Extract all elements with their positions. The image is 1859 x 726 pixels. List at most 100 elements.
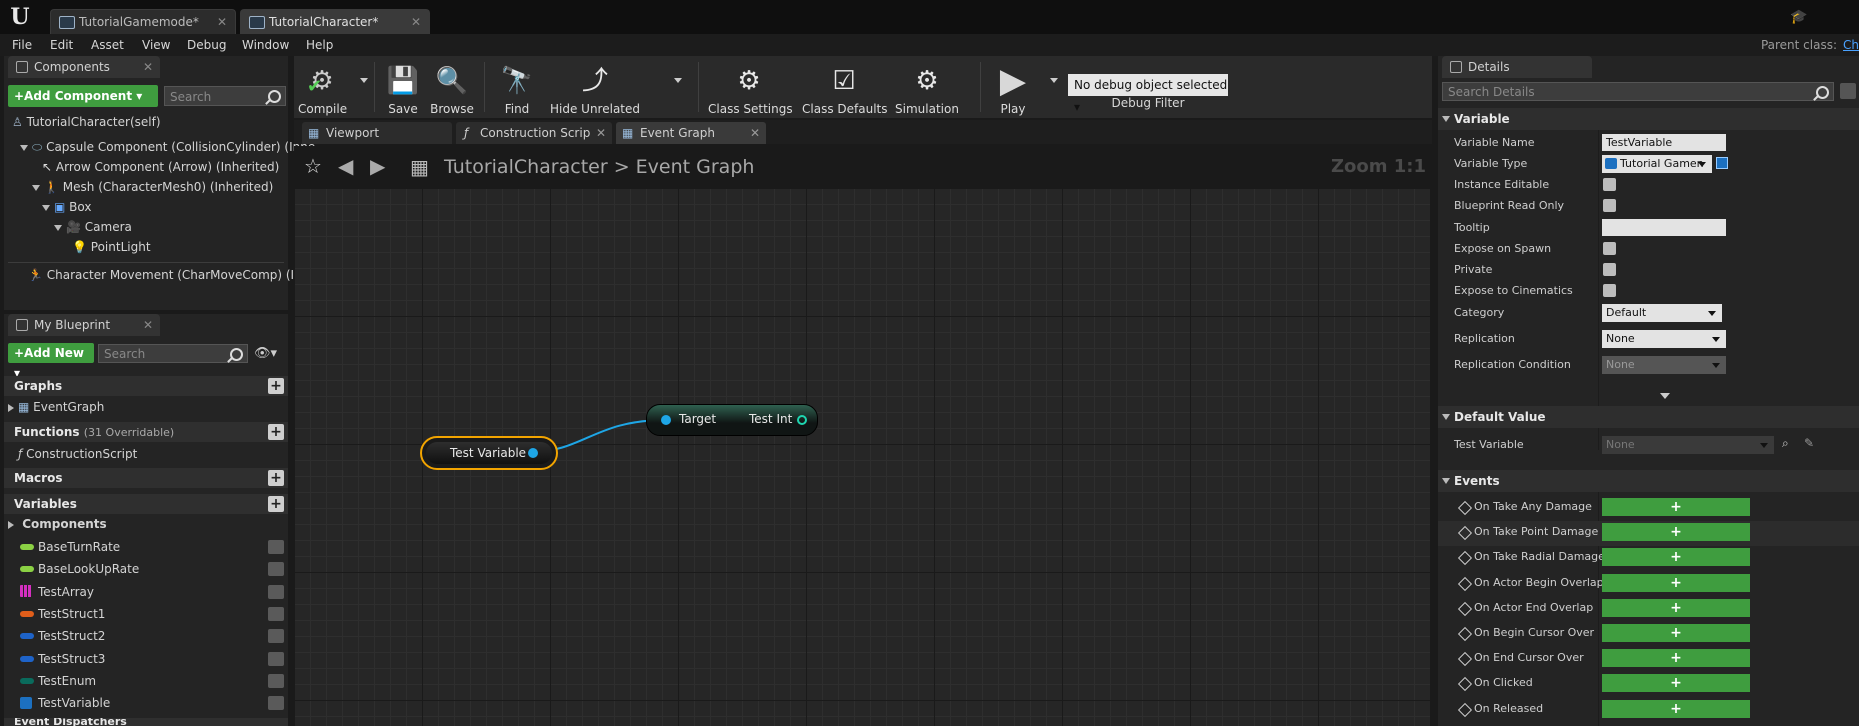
collapse-icon[interactable] — [1442, 414, 1450, 420]
menu-view[interactable]: View — [142, 34, 170, 56]
variable-item[interactable]: TestEnum — [18, 670, 292, 692]
event-dispatchers-section[interactable]: Event Dispatchers — [4, 718, 288, 726]
variable-item[interactable]: TestArray — [18, 581, 292, 603]
menu-file[interactable]: File — [12, 34, 32, 56]
visibility-eye-icon[interactable] — [268, 562, 284, 577]
component-character-movement[interactable]: 🏃 Character Movement (CharMoveComp) (Inh… — [28, 266, 317, 284]
component-self[interactable]: ♙ TutorialCharacter(self) — [12, 113, 161, 131]
tab-construction-script[interactable]: ƒ Construction Scrip ✕ — [456, 122, 612, 144]
details-search-input[interactable]: Search Details — [1442, 82, 1834, 101]
expand-icon[interactable] — [32, 184, 40, 191]
output-pin[interactable] — [528, 448, 538, 458]
close-icon[interactable]: ✕ — [596, 122, 606, 144]
component-capsule[interactable]: ⬭ Capsule Component (CollisionCylinder) … — [20, 138, 315, 156]
visibility-eye-icon[interactable] — [268, 540, 284, 554]
menu-window[interactable]: Window — [242, 34, 289, 56]
breadcrumb-root[interactable]: TutorialCharacter — [444, 156, 608, 178]
expand-icon[interactable] — [20, 144, 28, 151]
get-test-int-node[interactable]: Target Test Int — [646, 404, 818, 436]
container-type-icon[interactable] — [1716, 157, 1728, 169]
component-pointlight[interactable]: 💡 PointLight — [72, 238, 151, 256]
pick-eyedropper-icon[interactable]: ✎ — [1804, 436, 1814, 450]
add-component-button[interactable]: +Add Component ▾ — [8, 85, 158, 107]
visibility-eye-icon[interactable] — [268, 629, 284, 644]
details-tab[interactable]: Details — [1442, 56, 1592, 78]
add-event-button[interactable]: + — [1602, 498, 1750, 516]
hide-unrelated-chevron-icon[interactable] — [674, 78, 682, 83]
visibility-eye-icon[interactable]: 👁▾ — [254, 346, 277, 361]
add-macro-button[interactable]: + — [268, 470, 284, 486]
variable-category[interactable]: Variable — [1438, 108, 1859, 130]
private-checkbox[interactable] — [1603, 263, 1616, 276]
my-blueprint-tab[interactable]: My Blueprint ✕ — [8, 314, 160, 336]
blueprint-search-input[interactable]: Search — [98, 344, 248, 363]
variables-section[interactable]: Variables + — [4, 494, 288, 514]
variable-item[interactable]: TestStruct3 — [18, 648, 292, 670]
close-icon[interactable]: ✕ — [143, 314, 153, 336]
play-options-chevron-icon[interactable] — [1050, 78, 1058, 83]
variable-name-input[interactable]: TestVariable — [1602, 134, 1726, 151]
add-event-button[interactable]: + — [1602, 674, 1750, 693]
menu-edit[interactable]: Edit — [50, 34, 73, 56]
component-mesh[interactable]: 🚶 Mesh (CharacterMesh0) (Inherited) — [32, 178, 273, 196]
find-button[interactable]: 🔭 Find — [494, 60, 540, 116]
visibility-eye-icon[interactable] — [268, 584, 284, 599]
tab-tutorial-gamemode[interactable]: TutorialGamemode* ✕ — [50, 9, 236, 34]
add-variable-button[interactable]: + — [268, 496, 284, 512]
parent-class-link[interactable]: Ch — [1843, 34, 1859, 56]
component-box[interactable]: ▣ Box — [42, 198, 91, 216]
tab-tutorial-character[interactable]: TutorialCharacter* ✕ — [240, 9, 430, 34]
details-view-options-icon[interactable] — [1840, 83, 1856, 99]
class-defaults-button[interactable]: ☑ Class Defaults — [802, 60, 887, 116]
get-variable-node[interactable]: Test Variable — [420, 436, 558, 470]
graph-item-eventgraph[interactable]: ▦ EventGraph — [8, 398, 104, 416]
close-icon[interactable]: ✕ — [217, 10, 227, 34]
back-arrow-icon[interactable]: ◀ — [338, 154, 353, 178]
expand-icon[interactable] — [8, 403, 14, 412]
add-graph-button[interactable]: + — [268, 378, 284, 394]
menu-help[interactable]: Help — [306, 34, 333, 56]
add-function-button[interactable]: + — [268, 424, 284, 440]
hide-unrelated-button[interactable]: ⤴ Hide Unrelated — [550, 60, 640, 116]
macros-section[interactable]: Macros + — [4, 468, 288, 488]
visibility-eye-icon[interactable] — [268, 673, 284, 688]
forward-arrow-icon[interactable]: ▶ — [370, 154, 385, 178]
star-icon[interactable]: ☆ — [304, 154, 322, 178]
test-int-output-pin[interactable] — [797, 415, 807, 425]
components-tab[interactable]: Components ✕ — [8, 56, 160, 78]
variable-type-select[interactable]: Tutorial Gamen — [1602, 155, 1712, 173]
collapse-icon[interactable] — [1442, 478, 1450, 484]
components-search-input[interactable]: Search — [164, 86, 286, 106]
graduation-cap-icon[interactable]: 🎓 — [1790, 9, 1807, 25]
visibility-eye-icon[interactable] — [268, 696, 284, 711]
visibility-eye-icon[interactable] — [268, 606, 284, 621]
add-event-button[interactable]: + — [1602, 649, 1750, 668]
expand-icon[interactable] — [42, 204, 50, 211]
add-event-button[interactable]: + — [1602, 598, 1750, 617]
compile-options-chevron-icon[interactable] — [360, 78, 368, 83]
simulation-button[interactable]: ⚙ Simulation — [894, 60, 960, 116]
instance-editable-checkbox[interactable] — [1603, 178, 1616, 191]
expose-to-cinematics-checkbox[interactable] — [1603, 284, 1616, 297]
close-icon[interactable]: ✕ — [750, 122, 760, 144]
function-item-construction-script[interactable]: ƒ ConstructionScript — [18, 445, 137, 463]
variable-item[interactable]: TestStruct1 — [18, 603, 292, 625]
close-icon[interactable]: ✕ — [143, 56, 153, 78]
variable-item[interactable]: TestStruct2 — [18, 625, 292, 647]
class-settings-button[interactable]: ⚙ Class Settings — [708, 60, 793, 116]
advanced-expand-chevron-icon[interactable] — [1660, 393, 1670, 399]
add-new-button[interactable]: +Add New ▾ — [8, 343, 94, 380]
expose-on-spawn-checkbox[interactable] — [1603, 242, 1616, 255]
browse-button[interactable]: 🔍 Browse — [428, 60, 476, 116]
variable-item[interactable]: BaseTurnRate — [18, 536, 292, 558]
menu-asset[interactable]: Asset — [91, 34, 124, 56]
browse-search-icon[interactable]: ⌕ — [1782, 436, 1789, 451]
debug-object-select[interactable]: No debug object selected ▾ — [1068, 74, 1228, 114]
component-camera[interactable]: 🎥 Camera — [54, 218, 132, 236]
replication-select[interactable]: None — [1602, 330, 1726, 348]
variable-item[interactable]: TestVariable — [18, 692, 292, 714]
functions-section[interactable]: Functions (31 Overridable) + — [4, 422, 288, 442]
collapse-icon[interactable] — [1442, 116, 1450, 122]
variable-item[interactable]: BaseLookUpRate — [18, 558, 292, 580]
close-icon[interactable]: ✕ — [411, 10, 421, 34]
